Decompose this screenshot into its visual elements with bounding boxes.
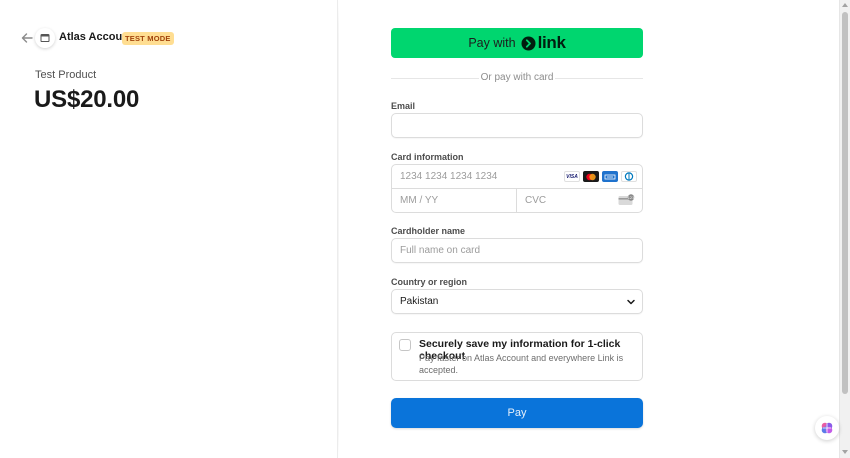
mastercard-icon bbox=[583, 171, 599, 182]
visa-icon: VISA bbox=[564, 171, 580, 182]
product-name: Test Product bbox=[35, 69, 97, 81]
card-expiry-placeholder: MM / YY bbox=[400, 195, 439, 206]
scrollbar[interactable] bbox=[839, 0, 850, 458]
divider-line-right bbox=[555, 78, 643, 79]
country-selected-value: Pakistan bbox=[400, 296, 439, 307]
save-info-box: Securely save my information for 1-click… bbox=[391, 332, 643, 381]
test-mode-badge: TEST MODE bbox=[122, 32, 174, 45]
svg-text:123: 123 bbox=[628, 196, 634, 200]
diners-icon bbox=[621, 171, 637, 182]
card-number-placeholder: 1234 1234 1234 1234 bbox=[400, 171, 498, 182]
email-field[interactable] bbox=[391, 113, 643, 138]
card-expiry-field[interactable]: MM / YY bbox=[392, 189, 517, 213]
assistant-button[interactable] bbox=[815, 416, 839, 440]
card-info-label: Card information bbox=[391, 152, 464, 162]
cardholder-label: Cardholder name bbox=[391, 226, 466, 236]
amex-icon bbox=[602, 171, 618, 182]
link-arrow-icon bbox=[521, 36, 536, 50]
divider-line-left bbox=[391, 78, 479, 79]
pay-with-label: Pay with bbox=[468, 36, 516, 50]
chevron-down-icon bbox=[627, 299, 635, 305]
cvc-card-icon: 123 bbox=[618, 194, 634, 205]
scroll-up-arrow-icon[interactable] bbox=[842, 3, 848, 7]
card-number-field[interactable]: 1234 1234 1234 1234 VISA bbox=[392, 165, 642, 189]
divider-text: Or pay with card bbox=[480, 72, 554, 83]
cardholder-placeholder: Full name on card bbox=[400, 245, 481, 256]
email-label: Email bbox=[391, 101, 416, 111]
back-arrow-icon[interactable] bbox=[19, 30, 35, 46]
link-logo-text: link bbox=[537, 33, 566, 52]
scrollbar-thumb[interactable] bbox=[842, 12, 848, 394]
order-summary-panel: Atlas Account TEST MODE Test Product US$… bbox=[0, 0, 338, 458]
card-brand-icons: VISA bbox=[564, 171, 637, 182]
brain-icon bbox=[821, 422, 833, 434]
link-logo: link bbox=[521, 33, 566, 53]
card-cvc-field[interactable]: CVC 123 bbox=[517, 189, 642, 213]
pay-button-label: Pay bbox=[507, 407, 527, 419]
pay-button[interactable]: Pay bbox=[391, 398, 643, 428]
card-info-group: 1234 1234 1234 1234 VISA MM / YY CVC 123 bbox=[391, 164, 643, 213]
cardholder-name-field[interactable]: Full name on card bbox=[391, 238, 643, 263]
product-price: US$20.00 bbox=[34, 86, 140, 113]
card-cvc-placeholder: CVC bbox=[525, 195, 547, 206]
country-label: Country or region bbox=[391, 277, 467, 287]
pay-with-link-button[interactable]: Pay with link bbox=[391, 28, 643, 58]
save-info-description: Pay faster on Atlas Account and everywhe… bbox=[419, 353, 624, 375]
save-info-checkbox[interactable] bbox=[399, 339, 411, 351]
store-icon bbox=[35, 28, 55, 48]
country-select[interactable]: Pakistan bbox=[391, 289, 643, 314]
scroll-down-arrow-icon[interactable] bbox=[842, 450, 848, 454]
